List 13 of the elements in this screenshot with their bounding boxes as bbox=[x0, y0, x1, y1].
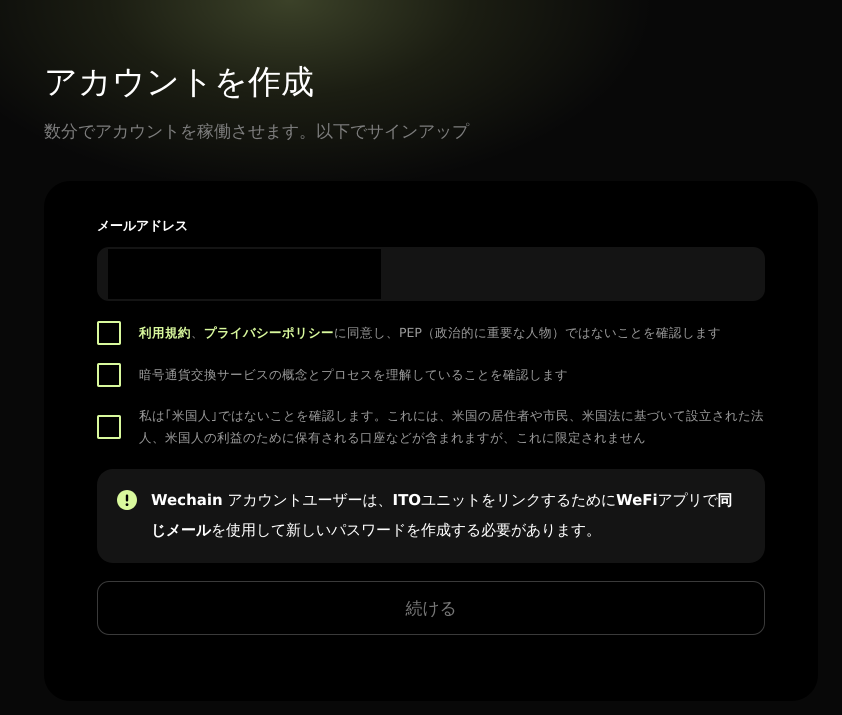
page-title: アカウントを作成 bbox=[44, 61, 314, 103]
notice-text: Wechain アカウントユーザーは、ITOユニットをリンクするためにWeFiアプリで同じメールを使用して新しいパスワードを作成する必要があります。 bbox=[151, 490, 734, 541]
checkbox[interactable] bbox=[97, 415, 121, 439]
consent-text: 利用規約、プライバシーポリシーに同意し、PEP（政治的に重要な人物）ではないことを確認します bbox=[139, 324, 721, 342]
policy-link[interactable]: プライバシーポリシー bbox=[204, 325, 334, 340]
checkbox[interactable] bbox=[97, 321, 121, 345]
policy-link[interactable]: 利用規約 bbox=[139, 325, 191, 340]
email-label: メールアドレス bbox=[97, 218, 188, 235]
alert-icon bbox=[117, 490, 137, 510]
checkbox[interactable] bbox=[97, 363, 121, 387]
consent-text: 暗号通貨交換サービスの概念とプロセスを理解していることを確認します bbox=[139, 366, 568, 384]
page-subtitle: 数分でアカウントを稼働させます。以下でサインアップ bbox=[44, 121, 469, 143]
consent-text: 私は｢米国人｣ではないことを確認します。これには、米国の居住者や市民、米国法に基づいて設立された法人、米国人の利益のために保有される口座などが含まれますが、これに限定されません bbox=[139, 407, 765, 447]
